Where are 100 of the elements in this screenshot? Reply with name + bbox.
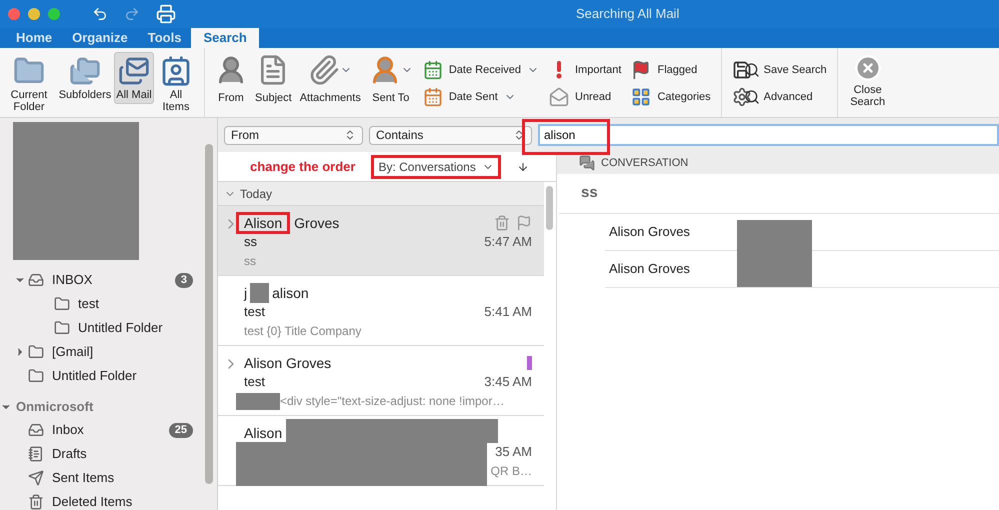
folder-name: Deleted Items bbox=[52, 493, 134, 510]
account-header[interactable]: Onmicrosoft bbox=[0, 396, 205, 418]
folder-item[interactable]: Deleted Items bbox=[0, 490, 205, 510]
folder-icon bbox=[28, 344, 44, 360]
filter-button[interactable]: Date Sent bbox=[422, 84, 539, 111]
search-query-field[interactable]: alison bbox=[538, 124, 999, 146]
scrollbar-thumb[interactable] bbox=[546, 186, 553, 230]
magnifier-icon bbox=[744, 62, 760, 78]
ribbon-tab[interactable]: Home bbox=[6, 28, 62, 48]
open-envelope-icon bbox=[549, 87, 569, 108]
sort-dropdown[interactable]: By: Conversations bbox=[371, 154, 501, 178]
sort-direction-icon[interactable] bbox=[516, 160, 529, 172]
group-header[interactable]: Today bbox=[218, 182, 544, 206]
message-row[interactable]: Alison 35 AM QR B… bbox=[218, 416, 544, 486]
zoom-window-button[interactable] bbox=[48, 8, 60, 20]
sender-name: alison bbox=[272, 284, 309, 302]
window-title: Searching All Mail bbox=[576, 5, 680, 24]
trash-icon bbox=[28, 494, 44, 510]
sender-name: Groves bbox=[294, 214, 340, 232]
gear-icon bbox=[732, 87, 752, 108]
speech-bubbles-icon bbox=[579, 155, 595, 171]
folder-name: Inbox bbox=[52, 421, 85, 440]
envelopes-icon bbox=[118, 55, 150, 87]
refine-button[interactable]: Subject bbox=[253, 54, 294, 106]
refine-button[interactable]: Attachments bbox=[298, 54, 363, 106]
folder-name: test bbox=[78, 295, 100, 314]
folder-name: [Gmail] bbox=[52, 343, 94, 362]
color-grid-icon bbox=[631, 87, 652, 108]
scope-button[interactable]: Current Folder bbox=[2, 52, 56, 116]
trash-icon[interactable] bbox=[494, 215, 510, 231]
scope-button[interactable]: Subfolders bbox=[58, 52, 112, 104]
scrollbar-thumb[interactable] bbox=[205, 144, 213, 484]
folder-icon bbox=[28, 368, 44, 384]
message-preview: QR B… bbox=[490, 463, 532, 480]
conversation-subject: ss bbox=[559, 174, 999, 214]
folder-icon bbox=[54, 320, 70, 336]
annotation-text: change the order bbox=[250, 158, 356, 176]
operator-select[interactable]: Contains bbox=[369, 126, 532, 144]
folder-item[interactable]: Inbox 25 bbox=[0, 418, 205, 442]
unread-count-badge: 3 bbox=[174, 272, 193, 288]
search-option-button[interactable]: Save Search bbox=[732, 56, 827, 84]
folder-item[interactable]: [Gmail] bbox=[0, 340, 205, 364]
folder-item[interactable]: Untitled Folder bbox=[0, 316, 205, 340]
message-row[interactable]: Alison Groves ss 5:47 AM ss bbox=[218, 206, 544, 276]
message-preview: test {0} Title Company bbox=[244, 323, 362, 340]
save-icon bbox=[732, 60, 752, 80]
inbox-icon bbox=[28, 272, 44, 288]
ribbon-tab[interactable]: Organize bbox=[62, 28, 138, 48]
calendar-icon bbox=[422, 87, 443, 108]
scope-button[interactable]: All Items bbox=[156, 52, 196, 116]
close-window-button[interactable] bbox=[8, 8, 20, 20]
conversation-header: CONVERSATION bbox=[557, 152, 999, 174]
magnifier-icon bbox=[744, 89, 760, 106]
folders-icon bbox=[69, 55, 101, 87]
folder-icon bbox=[54, 296, 70, 312]
refine-button[interactable]: Sent To bbox=[366, 54, 415, 106]
filter-button[interactable]: Unread bbox=[549, 84, 622, 111]
minimize-window-button[interactable] bbox=[28, 8, 40, 20]
search-option-button[interactable]: Advanced bbox=[732, 84, 827, 111]
undo-icon[interactable] bbox=[92, 6, 108, 22]
ribbon-tab[interactable]: Search bbox=[191, 28, 259, 48]
flag-icon bbox=[631, 60, 652, 80]
folder-name: Untitled Folder bbox=[52, 367, 138, 386]
folder-item[interactable]: INBOX 3 bbox=[0, 268, 205, 292]
folder-name: Untitled Folder bbox=[78, 319, 164, 338]
message-subject: ss bbox=[244, 233, 257, 252]
message-time: 5:47 AM bbox=[484, 233, 532, 252]
calendar-icon bbox=[422, 60, 443, 80]
message-preview: <div style="text-size-adjust: none !impor… bbox=[280, 393, 504, 410]
folder-name: Drafts bbox=[52, 445, 88, 464]
stepper-icon bbox=[344, 129, 356, 141]
message-time: 3:45 AM bbox=[484, 373, 532, 392]
folder-item[interactable]: test bbox=[0, 292, 205, 316]
redaction-block bbox=[250, 283, 270, 303]
print-icon[interactable] bbox=[156, 4, 176, 24]
redo-icon[interactable] bbox=[124, 6, 140, 22]
filter-button[interactable]: Categories bbox=[631, 84, 711, 111]
ribbon-tab[interactable]: Tools bbox=[138, 28, 192, 48]
flag-icon[interactable] bbox=[516, 215, 532, 231]
filter-button[interactable]: Flagged bbox=[631, 56, 711, 84]
inbox-icon bbox=[28, 422, 44, 438]
paperclip-icon bbox=[308, 54, 340, 86]
close-search-button[interactable]: Close Search bbox=[838, 48, 898, 117]
folder-item[interactable]: Untitled Folder bbox=[0, 364, 205, 388]
folder-item[interactable]: Drafts bbox=[0, 442, 205, 466]
scope-button[interactable]: All Mail bbox=[114, 52, 154, 104]
folder-item[interactable]: Sent Items bbox=[0, 466, 205, 490]
message-time: 5:41 AM bbox=[484, 303, 532, 322]
sender-name: j bbox=[244, 284, 248, 303]
folder-name: Sent Items bbox=[52, 469, 116, 488]
filter-button[interactable]: Date Received bbox=[422, 56, 539, 84]
folder-name: INBOX bbox=[52, 271, 94, 290]
exclamation-icon bbox=[555, 60, 563, 79]
message-time: 35 AM bbox=[495, 443, 532, 462]
refine-button[interactable]: From bbox=[213, 54, 249, 106]
message-subject: test bbox=[244, 373, 265, 392]
stepper-icon bbox=[513, 129, 525, 141]
sent-icon bbox=[28, 470, 44, 486]
field-select[interactable]: From bbox=[224, 126, 363, 144]
filter-button[interactable]: Important bbox=[549, 56, 622, 84]
